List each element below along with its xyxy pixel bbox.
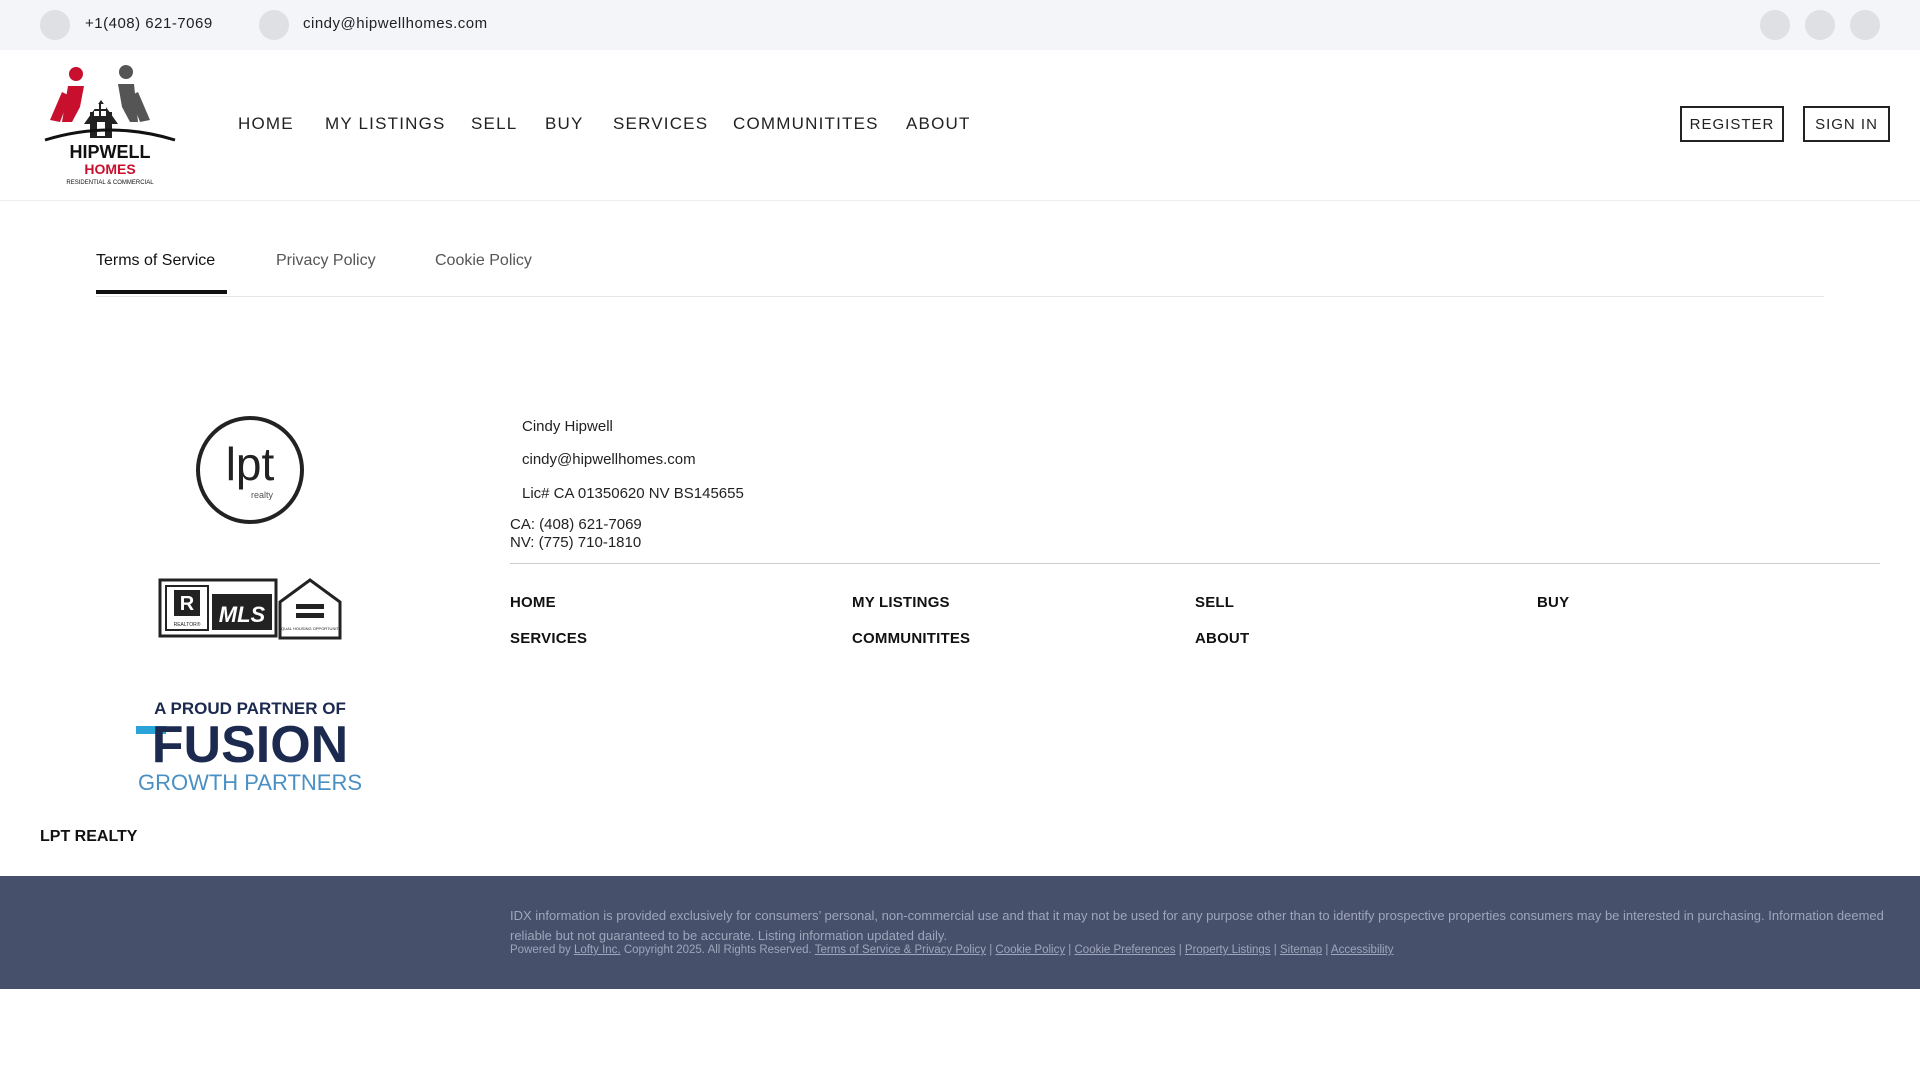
footer-link-about[interactable]: ABOUT xyxy=(1195,630,1249,647)
topbar-email[interactable]: cindy@hipwellhomes.com xyxy=(303,15,488,32)
mls-text: MLS xyxy=(219,602,266,627)
sitemap-link[interactable]: Sitemap xyxy=(1280,944,1322,956)
copyright-text: Copyright 2025. All Rights Reserved. xyxy=(623,944,812,956)
tab-privacy-policy[interactable]: Privacy Policy xyxy=(276,252,376,270)
separator: | xyxy=(1273,944,1277,956)
hipwell-homes-logo[interactable]: HIPWELL HOMES RESIDENTIAL & COMMERCIAL xyxy=(40,62,180,186)
equal-housing-text: EQUAL HOUSING OPPORTUNITY xyxy=(278,626,341,631)
lpt-realty-logo: lpt realty xyxy=(196,416,304,524)
top-bar: +1(408) 621-7069 cindy@hipwellhomes.com xyxy=(0,0,1920,50)
policy-tabs: Terms of Service Privacy Policy Cookie P… xyxy=(96,240,1824,297)
phone-icon xyxy=(40,10,70,40)
footer-link-my-listings[interactable]: MY LISTINGS xyxy=(852,594,950,611)
nav-communities[interactable]: COMMUNITITES xyxy=(733,114,879,134)
footer-link-services[interactable]: SERVICES xyxy=(510,630,587,647)
social-icon-3[interactable] xyxy=(1850,10,1880,40)
fusion-line2: FUSION xyxy=(152,716,348,774)
accessibility-link[interactable]: Accessibility xyxy=(1331,944,1394,956)
footer-link-communities[interactable]: COMMUNITITES xyxy=(852,630,970,647)
nav-buy[interactable]: BUY xyxy=(545,114,584,134)
nav-services[interactable]: SERVICES xyxy=(613,114,708,134)
footer-divider xyxy=(510,563,1880,564)
svg-text:R: R xyxy=(180,593,195,615)
fusion-partner-logo: A PROUD PARTNER OF FUSION GROWTH PARTNER… xyxy=(136,699,362,794)
powered-by-label: Powered by xyxy=(510,944,571,956)
lpt-logo-main: lpt xyxy=(226,438,275,490)
lofty-link[interactable]: Lofty Inc. xyxy=(574,944,621,956)
cookie-policy-link[interactable]: Cookie Policy xyxy=(995,944,1065,956)
register-button[interactable]: REGISTER xyxy=(1680,106,1784,142)
sign-in-button[interactable]: SIGN IN xyxy=(1803,106,1890,142)
mls-realtor-logos: R REALTOR® MLS EQUAL HOUSING OPPORTUNITY xyxy=(158,578,342,640)
separator: | xyxy=(1068,944,1072,956)
agent-license: Lic# CA 01350620 NV BS145655 xyxy=(522,485,744,502)
powered-by-line: Powered by Lofty Inc. Copyright 2025. Al… xyxy=(510,944,1394,956)
property-listings-link[interactable]: Property Listings xyxy=(1185,944,1271,956)
realtor-text: REALTOR® xyxy=(174,621,201,628)
nv-phone[interactable]: NV: (775) 710-1810 xyxy=(510,534,641,551)
agent-email[interactable]: cindy@hipwellhomes.com xyxy=(522,451,696,468)
lpt-logo-sub: realty xyxy=(251,490,274,500)
ca-phone[interactable]: CA: (408) 621-7069 xyxy=(510,516,642,533)
email-icon xyxy=(259,10,289,40)
tab-terms-of-service[interactable]: Terms of Service xyxy=(96,252,215,270)
nav-my-listings[interactable]: MY LISTINGS xyxy=(325,114,446,134)
nav-sell[interactable]: SELL xyxy=(471,114,517,134)
social-icon-2[interactable] xyxy=(1805,10,1835,40)
logo-text-mid: HOMES xyxy=(84,161,135,177)
company-name: LPT REALTY xyxy=(40,828,138,845)
topbar-phone[interactable]: +1(408) 621-7069 xyxy=(85,15,213,32)
agent-name: Cindy Hipwell xyxy=(522,418,613,435)
cookie-preferences-link[interactable]: Cookie Preferences xyxy=(1075,944,1176,956)
logo-text-top: HIPWELL xyxy=(70,142,151,162)
footer-link-sell[interactable]: SELL xyxy=(1195,594,1234,611)
active-tab-indicator xyxy=(96,290,227,294)
separator: | xyxy=(1325,944,1329,956)
social-icon-1[interactable] xyxy=(1760,10,1790,40)
footer-link-buy[interactable]: BUY xyxy=(1537,594,1569,611)
separator: | xyxy=(1178,944,1182,956)
logo-text-sub: RESIDENTIAL & COMMERCIAL xyxy=(66,180,154,186)
nav-about[interactable]: ABOUT xyxy=(906,114,971,134)
separator: | xyxy=(989,944,993,956)
tab-cookie-policy[interactable]: Cookie Policy xyxy=(435,252,532,270)
footer-link-home[interactable]: HOME xyxy=(510,594,556,611)
nav-home[interactable]: HOME xyxy=(238,114,294,134)
tos-privacy-link[interactable]: Terms of Service & Privacy Policy xyxy=(815,944,986,956)
idx-disclaimer: IDX information is provided exclusively … xyxy=(510,908,1884,943)
fusion-line3: GROWTH PARTNERS xyxy=(138,770,362,794)
